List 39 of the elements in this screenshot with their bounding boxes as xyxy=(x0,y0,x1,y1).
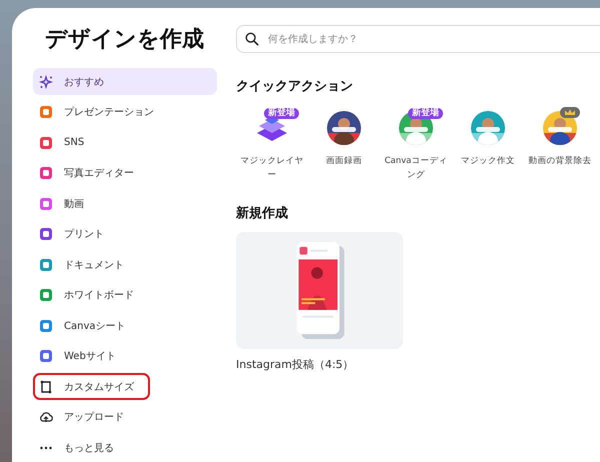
sidebar-item[interactable]: 動画 xyxy=(33,190,217,217)
cloud-upload-icon xyxy=(39,410,53,424)
sidebar-item[interactable]: アップロード xyxy=(33,404,217,430)
action-label[interactable]: マジックレイヤー xyxy=(237,154,307,182)
sidebar-item[interactable]: 写真エディター xyxy=(33,160,217,186)
sidebar-item[interactable]: カスタムサイズ xyxy=(33,373,150,400)
category-icon xyxy=(39,105,53,119)
action-label[interactable]: 動画の背景除去 xyxy=(525,154,595,168)
sidebar-item[interactable]: プレゼンテーション xyxy=(33,98,217,126)
sidebar-item[interactable]: Webサイト xyxy=(33,342,217,370)
sidebar-item[interactable]: おすすめ xyxy=(33,68,217,95)
action-label[interactable]: 画面録画 xyxy=(309,154,379,168)
section-heading: クイックアクション xyxy=(236,78,354,95)
card-label: Instagram投稿（4:5） xyxy=(236,357,355,372)
search-field[interactable]: 何を作成しますか？ xyxy=(236,25,600,53)
section-heading: 新規作成 xyxy=(236,204,289,222)
category-icon xyxy=(39,227,53,241)
category-icon xyxy=(39,288,53,302)
template-card[interactable] xyxy=(236,232,403,349)
category-icon xyxy=(39,258,53,272)
dialog-title: デザインを作成 xyxy=(45,26,205,54)
sidebar-item[interactable]: Canvaシート xyxy=(33,312,217,339)
sparkle-icon xyxy=(39,74,53,88)
search-icon xyxy=(245,32,259,46)
action-label[interactable]: マジック作文 xyxy=(453,154,523,168)
new-badge: 新登場 xyxy=(264,108,299,119)
sidebar-item[interactable]: SNS xyxy=(33,129,217,156)
category-icon xyxy=(39,136,53,150)
sidebar-item[interactable]: ホワイトボード xyxy=(33,282,217,308)
action-label[interactable]: Canvaコーディング xyxy=(381,154,451,182)
category-icon xyxy=(39,196,53,210)
sidebar-item[interactable]: ドキュメント xyxy=(33,251,217,278)
new-badge: 新登場 xyxy=(408,108,443,119)
category-icon xyxy=(39,166,53,180)
sidebar-item[interactable]: プリント xyxy=(33,220,217,248)
sidebar-item[interactable]: もっと見る xyxy=(33,434,217,461)
category-icon xyxy=(39,349,53,363)
resize-icon xyxy=(39,380,53,394)
category-icon xyxy=(39,318,53,332)
